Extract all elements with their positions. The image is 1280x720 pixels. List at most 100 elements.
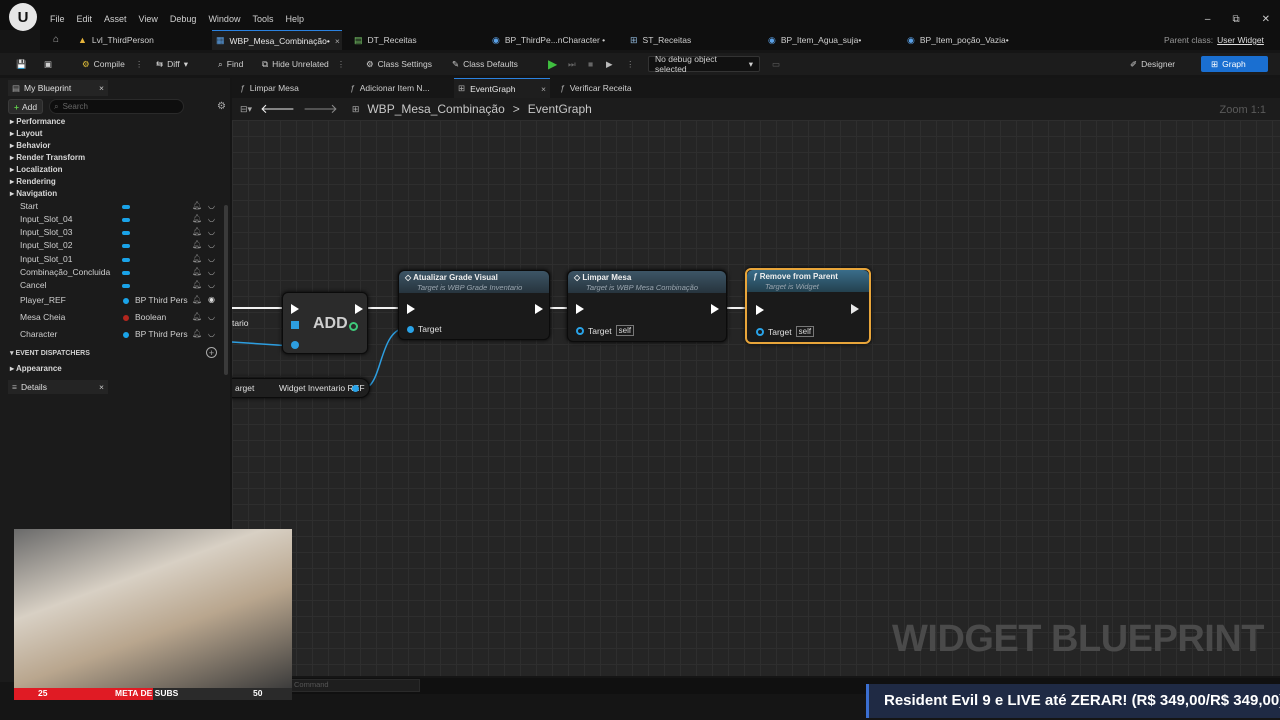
find-button[interactable]: ⌕ Find [218,53,243,75]
search-input[interactable]: ⌕ Search [49,99,185,114]
eye-icon[interactable]: ◉ [208,295,215,304]
menu-debug[interactable]: Debug [164,14,203,24]
bell-icon[interactable]: 🔔︎ [192,295,202,304]
exec-in-pin[interactable] [291,304,299,314]
close-icon[interactable]: × [541,84,546,94]
output-pin[interactable] [352,385,359,392]
array-pin[interactable] [291,321,299,329]
category-render-transform[interactable]: ▸ Render Transform [10,153,85,162]
restore-icon[interactable]: ⧉ [1232,14,1239,25]
command-input[interactable]: Command [290,679,420,692]
debug-find-icon[interactable]: ▭ [772,53,780,75]
unreal-logo-icon[interactable]: U [9,3,37,31]
eye-closed-icon[interactable]: ◡ [208,201,215,210]
variable-cancel[interactable]: Cancel 🔔︎ ◡ [20,280,225,292]
variable-player-ref[interactable]: Player_REF BP Third Pers 🔔︎ ◉ [20,295,225,307]
target-pin[interactable]: Target self [576,325,635,336]
exec-out-pin[interactable] [355,304,363,314]
index-out-pin[interactable] [349,322,358,331]
category-behavior[interactable]: ▸ Behavior [10,141,50,150]
variable-input-slot-04[interactable]: Input_Slot_04 🔔︎ ◡ [20,214,225,226]
category-performance[interactable]: ▸ Performance [10,117,65,126]
eye-closed-icon[interactable]: ◡ [208,254,215,263]
bookmark-icon[interactable]: ⊟▾ [240,104,252,115]
widget-inventario-ref-node[interactable]: arget Widget Inventario REF [232,378,370,398]
tab-close-icon[interactable]: × [335,36,340,46]
eye-closed-icon[interactable]: ◡ [208,312,215,321]
variable-combinacao-concluida[interactable]: Combinação_Concluida 🔔︎ ◡ [20,267,225,279]
close-icon[interactable]: × [99,382,104,392]
debug-object-select[interactable]: No debug object selected ▾ [648,54,760,74]
event-graph-canvas[interactable]: ADD tario arget Widget Inventario REF ◇ … [232,120,1280,676]
menu-tools[interactable]: Tools [246,14,279,24]
exec-in-pin[interactable] [576,304,584,314]
breadcrumb-root[interactable]: WBP_Mesa_Combinação [367,102,504,116]
forward-arrow-icon[interactable]: 🡒 [303,101,338,117]
tab-bp-item-pocao-vazia[interactable]: ◉ BP_Item_poção_Vazia• [907,30,1047,50]
minimize-icon[interactable]: – [1205,14,1211,25]
menu-file[interactable]: File [44,14,71,24]
exec-out-pin[interactable] [535,304,543,314]
exec-in-pin[interactable] [756,305,764,315]
bell-icon[interactable]: 🔔︎ [192,329,202,338]
close-icon[interactable]: ✕ [1262,14,1270,25]
variable-input-slot-01[interactable]: Input_Slot_01 🔔︎ ◡ [20,254,225,266]
close-icon[interactable]: × [99,83,104,93]
target-pin[interactable]: Target self [756,326,815,337]
variable-mesa-cheia[interactable]: Mesa Cheia Boolean 🔔︎ ◡ [20,312,225,324]
eye-closed-icon[interactable]: ◡ [208,227,215,236]
play-icon[interactable]: ▶ [548,53,557,75]
tab-bp-thirdperson-character[interactable]: ◉ BP_ThirdPe...nCharacter • [492,30,622,50]
step-icon[interactable]: ⏭ [568,53,576,75]
home-icon[interactable]: ⌂ [53,34,59,45]
variable-start[interactable]: Start 🔔︎ ◡ [20,201,225,213]
tab-dt-receitas[interactable]: ▤ DT_Receitas [352,30,472,50]
item-pin[interactable] [291,341,299,349]
menu-asset[interactable]: Asset [98,14,133,24]
category-layout[interactable]: ▸ Layout [10,129,42,138]
diff-button[interactable]: ⇆ Diff ▾ [156,53,188,75]
eye-closed-icon[interactable]: ◡ [208,280,215,289]
back-arrow-icon[interactable]: 🡐 [260,101,295,117]
menu-edit[interactable]: Edit [71,14,99,24]
tab-lvl-thirdperson[interactable]: ▲ Lvl_ThirdPerson [76,30,204,50]
bell-icon[interactable]: 🔔︎ [192,227,202,236]
tab-bp-item-agua-suja[interactable]: ◉ BP_Item_Agua_suja• [768,30,888,50]
tab-limpar-mesa[interactable]: ƒ Limpar Mesa [238,78,348,98]
play-options-icon[interactable]: ⋮ [626,53,635,75]
category-appearance[interactable]: ▸ Appearance [10,364,62,373]
add-event-dispatcher-icon[interactable]: + [206,347,217,358]
event-dispatchers-header[interactable]: ▾ EVENT DISPATCHERS [10,349,226,357]
designer-button[interactable]: ✐ Designer [1130,53,1175,75]
menu-help[interactable]: Help [279,14,310,24]
bell-icon[interactable]: 🔔︎ [192,267,202,276]
limpar-mesa-node[interactable]: ◇ Limpar Mesa Target is WBP Mesa Combina… [567,270,727,342]
add-node[interactable]: ADD [282,292,368,354]
variable-input-slot-03[interactable]: Input_Slot_03 🔔︎ ◡ [20,227,225,239]
target-pin[interactable]: Target [407,324,442,334]
atualizar-grade-visual-node[interactable]: ◇ Atualizar Grade Visual Target is WBP G… [398,270,550,340]
menu-view[interactable]: View [133,14,164,24]
save-icon[interactable]: 💾 [16,53,27,75]
compile-options-icon[interactable]: ⋮ [135,59,144,70]
stop-icon[interactable]: ■ [588,53,593,75]
compile-button[interactable]: ⚙ Compile ⋮ [82,53,143,75]
simulate-icon[interactable]: ▶ [606,53,613,75]
eye-closed-icon[interactable]: ◡ [208,214,215,223]
variable-character[interactable]: Character BP Third Pers 🔔︎ ◡ [20,329,225,341]
bell-icon[interactable]: 🔔︎ [192,254,202,263]
category-localization[interactable]: ▸ Localization [10,165,62,174]
tab-adicionar-item[interactable]: ƒ Adicionar Item N... [348,78,458,98]
hide-unrelated-button[interactable]: ⧉ Hide Unrelated ⋮ [262,53,345,75]
bell-icon[interactable]: 🔔︎ [192,214,202,223]
add-button[interactable]: + Add [8,99,44,114]
bell-icon[interactable]: 🔔︎ [192,280,202,289]
details-tab[interactable]: ≡ Details × [8,380,108,394]
gear-icon[interactable]: ⚙ [217,101,226,112]
menu-window[interactable]: Window [202,14,246,24]
bell-icon[interactable]: 🔔︎ [192,201,202,210]
tab-verificar-receita[interactable]: ƒ Verificar Receita [558,78,668,98]
category-navigation[interactable]: ▸ Navigation [10,189,57,198]
my-blueprint-tab[interactable]: ▤ My Blueprint × [8,80,108,96]
exec-out-pin[interactable] [711,304,719,314]
